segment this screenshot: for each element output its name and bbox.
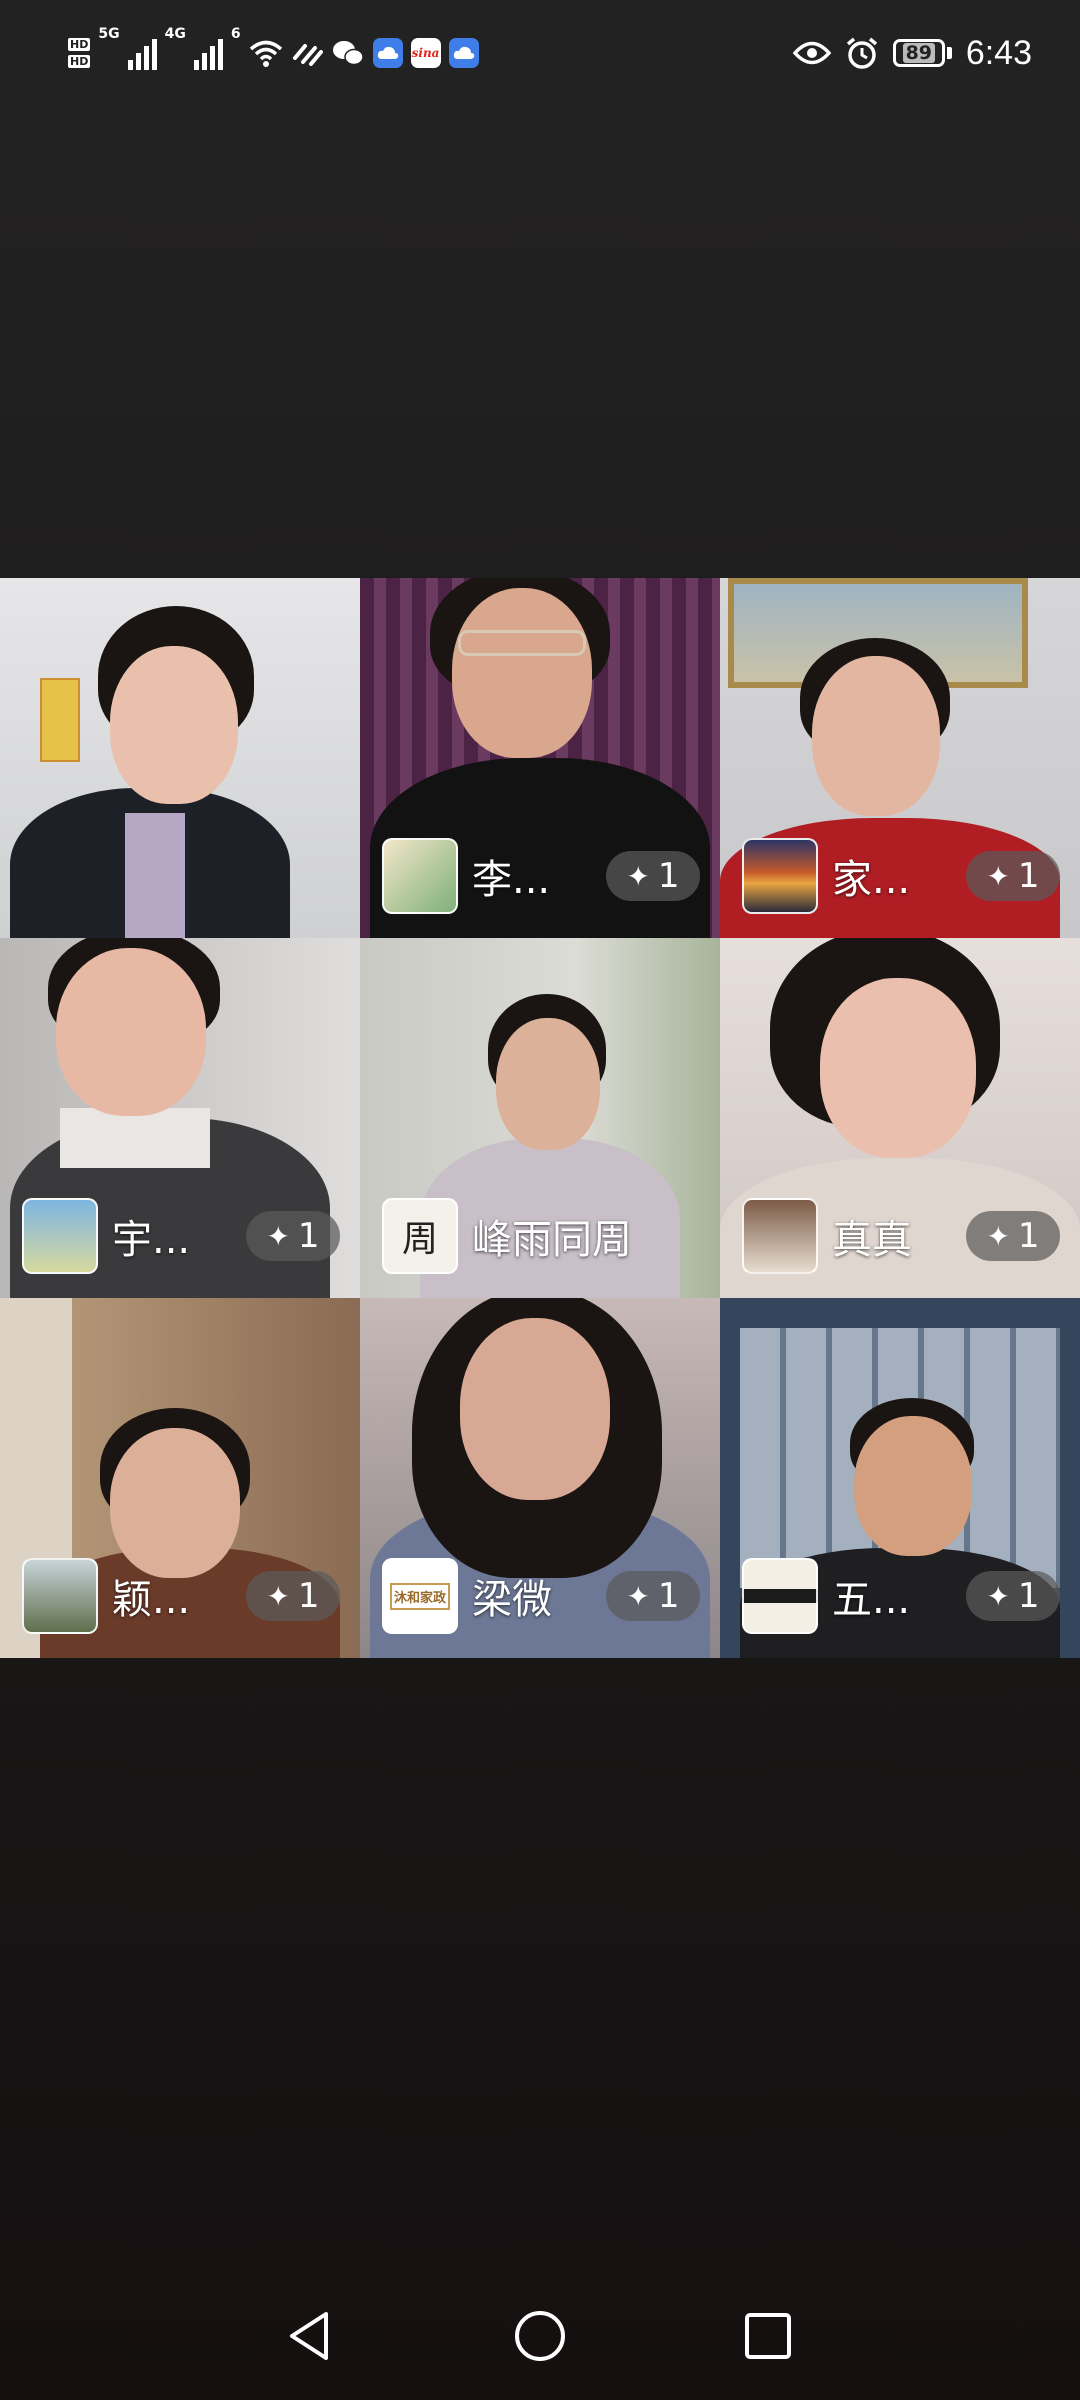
participant-name: 家...	[832, 857, 911, 903]
back-button[interactable]	[270, 2296, 350, 2376]
sparkle-icon: ✦	[986, 1219, 1010, 1253]
participant-face	[110, 646, 238, 804]
reaction-badge[interactable]: ✦ 1	[246, 1211, 340, 1261]
participant-tile[interactable]: 沐和家政 梁微 ✦ 1	[360, 1298, 720, 1658]
reaction-badge[interactable]: ✦ 1	[606, 1571, 700, 1621]
eye-icon	[792, 41, 831, 65]
participant-label: 周 峰雨同周	[382, 1198, 700, 1274]
glasses	[458, 630, 586, 656]
participant-face	[812, 656, 940, 816]
home-icon	[515, 2311, 565, 2361]
battery-icon: 89	[892, 39, 952, 67]
participant-label: 五... ✦ 1	[742, 1558, 1060, 1634]
status-right: 89 6:43	[792, 28, 1032, 78]
participant-avatar	[22, 1198, 98, 1274]
participant-tile[interactable]: 李... ✦ 1	[360, 578, 720, 938]
hd-indicator: HD HD	[68, 38, 91, 68]
video-grid: 李... ✦ 1 家... ✦ 1 宇... ✦ 1 周 峰雨同周 真真 ✦ 1…	[0, 578, 1080, 1658]
participant-avatar	[382, 838, 458, 914]
signal-icon	[127, 36, 157, 70]
reaction-count: 1	[657, 1576, 680, 1616]
sparkle-icon: ✦	[986, 859, 1010, 893]
participant-tile[interactable]: 家... ✦ 1	[720, 578, 1080, 938]
participant-face	[56, 948, 206, 1116]
participant-avatar: 周	[382, 1198, 458, 1274]
participant-face	[460, 1318, 610, 1500]
participant-name: 宇...	[112, 1217, 191, 1263]
participant-face	[854, 1416, 972, 1556]
participant-tile[interactable]	[0, 578, 360, 938]
sparkle-icon: ✦	[626, 859, 650, 893]
participant-label: 真真 ✦ 1	[742, 1198, 1060, 1274]
participant-name: 梁微	[472, 1577, 552, 1623]
reaction-badge[interactable]: ✦ 1	[246, 1571, 340, 1621]
hd-label-2: HD	[68, 55, 91, 68]
cloud-icon	[372, 38, 403, 68]
participant-avatar	[22, 1558, 98, 1634]
reaction-badge[interactable]: ✦ 1	[966, 1571, 1060, 1621]
participant-name: 真真	[832, 1217, 912, 1263]
participant-label: 家... ✦ 1	[742, 838, 1060, 914]
participant-tile[interactable]: 颖... ✦ 1	[0, 1298, 360, 1658]
participant-tile[interactable]: 五... ✦ 1	[720, 1298, 1080, 1658]
reaction-badge[interactable]: ✦ 1	[606, 851, 700, 901]
sparkle-icon: ✦	[626, 1579, 650, 1613]
wifi-icon	[249, 40, 282, 67]
participant-avatar	[742, 838, 818, 914]
participant-face	[110, 1428, 240, 1578]
recents-button[interactable]	[728, 2296, 808, 2376]
back-icon	[290, 2312, 328, 2360]
link-icon	[292, 44, 323, 66]
participant-avatar	[742, 1558, 818, 1634]
participant-face	[820, 978, 976, 1158]
sina-icon: sina	[410, 38, 441, 68]
participant-name: 李...	[472, 857, 551, 903]
participant-tile[interactable]: 真真 ✦ 1	[720, 938, 1080, 1298]
status-bar: HD HD 5G 4G 6 sina 89 6:43	[0, 0, 1080, 110]
battery-level: 89	[902, 43, 936, 63]
participant-tile[interactable]: 宇... ✦ 1	[0, 938, 360, 1298]
reaction-count: 1	[1017, 1576, 1040, 1616]
participant-face	[496, 1018, 600, 1150]
participant-name: 五...	[832, 1577, 911, 1623]
home-button[interactable]	[500, 2296, 580, 2376]
collar	[60, 1108, 210, 1168]
participant-avatar	[742, 1198, 818, 1274]
status-left: HD HD 5G 4G 6 sina	[68, 26, 479, 78]
reaction-count: 1	[297, 1216, 320, 1256]
network-label-4g: 4G	[164, 26, 186, 42]
network-label-5g: 5G	[98, 26, 120, 42]
avatar-zhou-text: 周	[401, 1219, 438, 1260]
hd-label-1: HD	[68, 38, 91, 51]
participant-face	[452, 588, 592, 758]
reaction-count: 1	[1017, 1216, 1040, 1256]
wechat-icon	[332, 41, 364, 66]
navigation-bar	[0, 2280, 1080, 2400]
participant-tile[interactable]: 周 峰雨同周	[360, 938, 720, 1298]
alarm-icon	[846, 37, 877, 69]
participant-avatar: 沐和家政	[382, 1558, 458, 1634]
participant-name: 颖...	[112, 1577, 191, 1623]
clock: 6:43	[965, 33, 1032, 72]
participant-name: 峰雨同周	[472, 1217, 632, 1263]
wall-poster	[40, 678, 80, 762]
cloud-icon	[448, 38, 479, 68]
wifi-label: 6	[230, 26, 241, 42]
sparkle-icon: ✦	[266, 1219, 290, 1253]
sparkle-icon: ✦	[266, 1579, 290, 1613]
avatar-company-text: 沐和家政	[389, 1582, 450, 1610]
signal-icon	[193, 36, 223, 70]
participant-label: 李... ✦ 1	[382, 838, 700, 914]
reaction-count: 1	[297, 1576, 320, 1616]
recents-icon	[745, 2313, 791, 2359]
shirt	[125, 813, 185, 938]
reaction-count: 1	[1017, 856, 1040, 896]
reaction-badge[interactable]: ✦ 1	[966, 851, 1060, 901]
reaction-count: 1	[657, 856, 680, 896]
participant-label: 颖... ✦ 1	[22, 1558, 340, 1634]
sparkle-icon: ✦	[986, 1579, 1010, 1613]
reaction-badge[interactable]: ✦ 1	[966, 1211, 1060, 1261]
participant-label: 沐和家政 梁微 ✦ 1	[382, 1558, 700, 1634]
participant-label: 宇... ✦ 1	[22, 1198, 340, 1274]
